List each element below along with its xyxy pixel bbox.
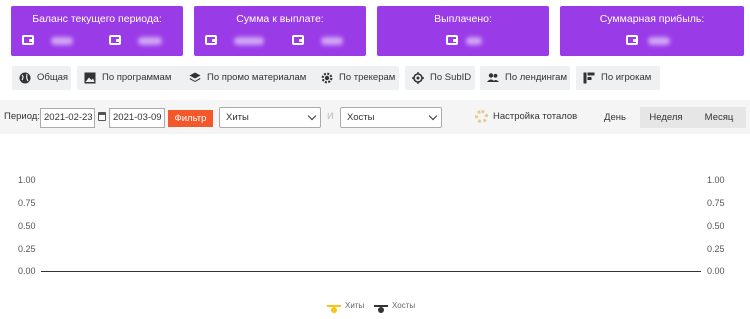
tab-label: По SubID <box>430 72 472 83</box>
gear-icon <box>321 72 333 84</box>
users-icon <box>487 73 499 82</box>
y-tick-left: 1.00 <box>18 175 36 185</box>
blurred-value <box>648 37 670 45</box>
wallet-icon <box>292 35 304 45</box>
period-label: Период: <box>4 111 40 122</box>
y-tick-right: 0.75 <box>707 198 725 208</box>
tab-by-trackers[interactable]: По трекерам <box>314 66 399 90</box>
y-tick-right: 1.00 <box>707 175 725 185</box>
wallet-icon <box>626 35 638 45</box>
tab-by-promo[interactable]: По промо материалам <box>182 66 318 90</box>
card-title: Выплачено: <box>434 13 492 25</box>
chevron-down-icon <box>428 111 438 121</box>
card-title: Суммарная прибыль: <box>599 13 705 25</box>
tab-label: Общая <box>37 72 69 83</box>
metric1-value: Хиты <box>226 112 249 123</box>
date-to-input[interactable]: 2021-03-09 <box>109 108 165 128</box>
chevron-down-icon <box>307 111 317 121</box>
wallet-icon <box>446 35 458 45</box>
tab-by-players[interactable]: По игрокам <box>576 66 660 90</box>
tab-label: По промо материалам <box>207 72 307 83</box>
metric1-select[interactable]: Хиты <box>219 107 321 128</box>
tab-label: По трекерам <box>339 72 396 83</box>
chart: 1.00 0.75 0.50 0.25 0.00 1.00 0.75 0.50 … <box>0 170 750 313</box>
tab-general[interactable]: Общая <box>12 66 71 90</box>
legend-hosts-label[interactable]: Хосты <box>392 301 415 310</box>
x-axis-baseline <box>41 271 701 272</box>
y-tick-right: 0.25 <box>707 244 725 254</box>
y-tick-right: 0.50 <box>707 221 725 231</box>
legend-hits-marker[interactable] <box>327 305 341 313</box>
tab-by-programs[interactable]: По программам <box>77 66 185 90</box>
calendar-icon[interactable] <box>98 112 106 121</box>
legend-hits-label[interactable]: Хиты <box>345 301 364 310</box>
tab-by-landings[interactable]: По лендингам <box>480 66 570 90</box>
totals-settings-link[interactable]: Настройка тоталов <box>493 111 577 122</box>
wallet-icon <box>22 35 34 45</box>
blurred-value <box>51 37 73 45</box>
tab-label: По игрокам <box>601 72 652 83</box>
summary-cards: Баланс текущего периода: Сумма к выплате… <box>11 6 744 56</box>
chart-legend: Хиты Хосты <box>0 301 750 313</box>
metric2-select[interactable]: Хосты <box>340 107 442 128</box>
blurred-value <box>234 37 264 45</box>
y-tick-right: 0.00 <box>707 266 725 276</box>
target-icon <box>412 72 424 84</box>
card-total-profit: Суммарная прибыль: <box>560 6 744 56</box>
granularity-month[interactable]: Месяц <box>692 107 746 128</box>
wallet-icon <box>109 35 121 45</box>
y-tick-left: 0.25 <box>18 244 36 254</box>
card-title: Сумма к выплате: <box>236 13 324 25</box>
blocks-icon <box>583 72 595 84</box>
tab-label: По лендингам <box>505 72 567 83</box>
filter-button[interactable]: Фильтр <box>168 110 213 127</box>
globe-icon <box>19 72 31 84</box>
metric2-value: Хосты <box>347 112 375 123</box>
blurred-value <box>138 37 162 45</box>
y-tick-left: 0.00 <box>18 266 36 276</box>
card-payable: Сумма к выплате: <box>194 6 366 56</box>
card-current-balance: Баланс текущего периода: <box>11 6 183 56</box>
settings-gear-icon[interactable] <box>475 110 488 123</box>
blurred-value <box>321 37 343 45</box>
granularity-day[interactable]: День <box>592 107 638 128</box>
image-icon <box>84 72 96 84</box>
layers-icon <box>189 72 201 82</box>
card-title: Баланс текущего периода: <box>32 13 162 25</box>
filter-toolbar: Период: 2021-02-23 2021-03-09 Фильтр Хит… <box>0 100 750 134</box>
tab-label: По программам <box>102 72 172 83</box>
conjunction-label: И <box>327 111 334 122</box>
date-from-input[interactable]: 2021-02-23 <box>40 108 95 128</box>
blurred-value <box>466 37 482 45</box>
wallet-icon <box>205 35 217 45</box>
y-tick-left: 0.75 <box>18 198 36 208</box>
tab-by-subid[interactable]: По SubID <box>405 66 475 90</box>
y-tick-left: 0.50 <box>18 221 36 231</box>
legend-hosts-marker[interactable] <box>374 305 388 313</box>
card-paid: Выплачено: <box>377 6 549 56</box>
granularity-week[interactable]: Неделя <box>640 107 692 128</box>
